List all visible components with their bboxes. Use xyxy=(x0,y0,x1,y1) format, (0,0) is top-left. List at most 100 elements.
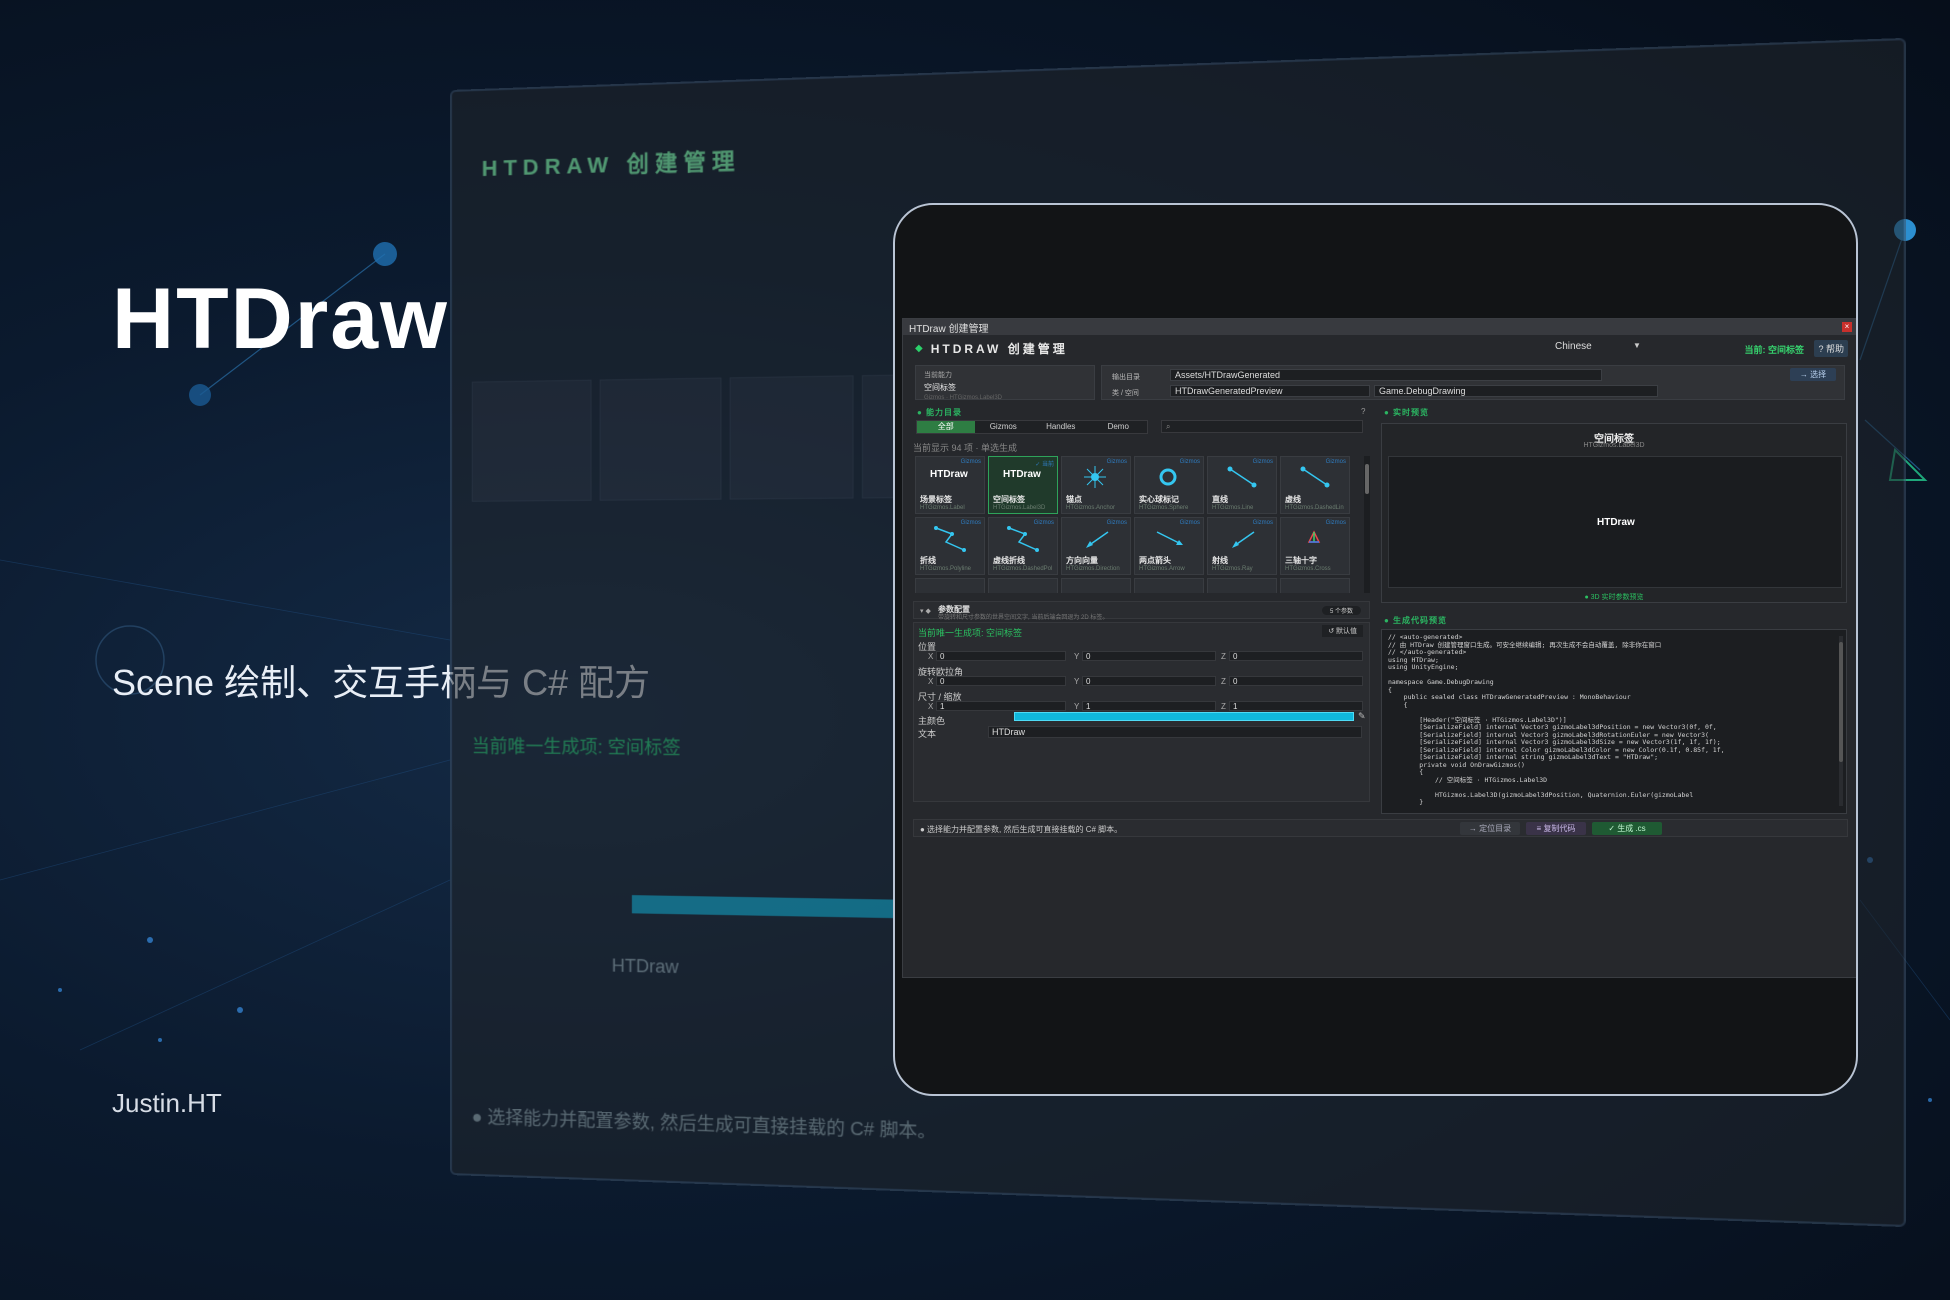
ghost-card xyxy=(730,375,854,499)
params-body: 当前唯一生成项: 空间标签 ↺ 默认值 位置 X 0 Y 0 Z 0 旋转欧拉角… xyxy=(913,622,1370,802)
generate-cs-button[interactable]: ✓ 生成 .cs xyxy=(1592,822,1662,835)
htdraw-logo-icon: HTDraw xyxy=(1003,469,1041,480)
text-field[interactable]: HTDraw xyxy=(988,726,1362,738)
preview-canvas[interactable]: HTDraw xyxy=(1388,456,1842,588)
capability-card[interactable]: Gizmos 虚线 HTGizmos.DashedLin xyxy=(1280,456,1350,514)
card-class: HTGizmos.Anchor xyxy=(1066,505,1115,511)
axis-z-label: Z xyxy=(1221,652,1226,661)
capability-card[interactable]: HTDraw Gizmos 场景标签 HTGizmos.Label xyxy=(915,456,985,514)
capability-card[interactable]: Gizmos 三轴十字 HTGizmos.Cross xyxy=(1280,517,1350,575)
card-class: HTGizmos.Cross xyxy=(1285,566,1331,572)
footer-hint: ● 选择能力并配置参数, 然后生成可直接挂载的 C# 脚本。 xyxy=(920,824,1122,835)
card-name: 实心球标记 xyxy=(1139,494,1179,505)
footer-bar: ● 选择能力并配置参数, 然后生成可直接挂载的 C# 脚本。 → 定位目录 ≡ … xyxy=(913,819,1848,837)
capability-card[interactable]: Gizmos 方向向量 HTGizmos.Direction xyxy=(1061,517,1131,575)
params-header[interactable]: ▾ ◆ 参数配置 带旋转和尺寸参数的世界空间文字, 当前后端会回退为 2D 标签… xyxy=(913,601,1370,619)
eyedropper-icon[interactable]: ✎ xyxy=(1358,711,1366,722)
card-tag: Gizmos xyxy=(961,459,981,465)
capability-card[interactable] xyxy=(1207,578,1277,593)
capability-grid: HTDraw Gizmos 场景标签 HTGizmos.Label HTDraw ✓ 当前… xyxy=(915,456,1360,593)
ghost-card xyxy=(600,378,722,501)
card-name: 直线 xyxy=(1212,494,1228,505)
output-dir-label: 输出目录 xyxy=(1112,372,1140,382)
capability-card[interactable] xyxy=(988,578,1058,593)
capability-card[interactable]: Gizmos 折线 HTGizmos.Polyline xyxy=(915,517,985,575)
code-scrollbar[interactable] xyxy=(1839,636,1843,806)
capability-card[interactable] xyxy=(1134,578,1204,593)
color-swatch[interactable] xyxy=(1014,712,1354,721)
tab-all[interactable]: 全部 xyxy=(917,421,975,433)
close-icon[interactable]: × xyxy=(1842,322,1852,332)
axis-y-label: Y xyxy=(1074,702,1079,711)
class-name-field[interactable]: HTDrawGeneratedPreview xyxy=(1170,385,1370,397)
capability-card[interactable]: Gizmos 两点箭头 HTGizmos.Arrow xyxy=(1134,517,1204,575)
rotation-x-field[interactable]: 0 xyxy=(936,676,1066,686)
capability-card[interactable]: HTDraw ✓ 当前 空间标签 HTGizmos.Label3D xyxy=(988,456,1058,514)
card-tag: Gizmos xyxy=(1107,520,1127,526)
catalog-section-title: ● 能力目录 xyxy=(917,407,962,418)
tab-handles[interactable]: Handles xyxy=(1032,421,1090,433)
axis-z-label: Z xyxy=(1221,702,1226,711)
card-class: HTGizmos.Label xyxy=(920,505,965,511)
code-text: // <auto-generated> // 由 HTDraw 创建管理窗口生成… xyxy=(1388,634,1725,807)
search-input[interactable]: ⌕ xyxy=(1161,420,1363,433)
capability-card[interactable]: Gizmos 实心球标记 HTGizmos.Sphere xyxy=(1134,456,1204,514)
axis-y-label: Y xyxy=(1074,652,1079,661)
ghost-card xyxy=(472,380,592,502)
position-y-field[interactable]: 0 xyxy=(1082,651,1216,661)
card-class: HTGizmos.Ray xyxy=(1212,566,1253,572)
card-name: 虚线折线 xyxy=(993,555,1025,566)
catalog-scrollbar[interactable] xyxy=(1364,456,1370,593)
scale-z-field[interactable]: 1 xyxy=(1229,701,1363,711)
brand-title: HTDraw xyxy=(112,270,449,369)
card-name: 折线 xyxy=(920,555,936,566)
rotation-y-field[interactable]: 0 xyxy=(1082,676,1216,686)
scale-y-field[interactable]: 1 xyxy=(1082,701,1216,711)
collapse-icon[interactable]: ▾ ◆ xyxy=(920,607,931,615)
card-tag: Gizmos xyxy=(1034,520,1054,526)
preview-hint: ● 3D 实时参数预览 xyxy=(1382,592,1846,602)
language-select[interactable]: Chinese xyxy=(1555,341,1592,352)
namespace-field[interactable]: Game.DebugDrawing xyxy=(1374,385,1658,397)
app-header: ◆ HTDRAW 创建管理 Chinese ▼ 当前: 空间标签 ? 帮助 ➤ xyxy=(903,335,1856,361)
capability-card[interactable]: Gizmos 锚点 HTGizmos.Anchor xyxy=(1061,456,1131,514)
capability-card[interactable]: Gizmos 直线 HTGizmos.Line xyxy=(1207,456,1277,514)
tab-demo[interactable]: Demo xyxy=(1090,421,1148,433)
tab-gizmos[interactable]: Gizmos xyxy=(975,421,1033,433)
ghost-text-field: HTDraw xyxy=(612,955,679,978)
capability-card[interactable]: Gizmos 虚线折线 HTGizmos.DashedPol xyxy=(988,517,1058,575)
status-dot-icon: ◆ xyxy=(915,343,923,354)
scrollbar-thumb[interactable] xyxy=(1365,464,1369,494)
capability-card[interactable] xyxy=(1061,578,1131,593)
window-title: HTDraw 创建管理 xyxy=(909,320,988,335)
position-x-field[interactable]: 0 xyxy=(936,651,1066,661)
color-label: 主颜色 xyxy=(918,714,945,727)
copy-code-button[interactable]: ≡ 复制代码 xyxy=(1526,822,1586,835)
card-name: 两点箭头 xyxy=(1139,555,1171,566)
capability-class: Gizmos · HTGizmos.Label3D xyxy=(924,395,1086,401)
ghost-footer-hint: ● 选择能力并配置参数, 然后生成可直接挂载的 C# 脚本。 xyxy=(472,1103,936,1144)
reset-default-button[interactable]: ↺ 默认值 xyxy=(1322,625,1363,637)
scale-x-field[interactable]: 1 xyxy=(936,701,1066,711)
card-class: HTGizmos.Arrow xyxy=(1139,566,1185,572)
window-titlebar[interactable]: HTDraw 创建管理 × xyxy=(903,319,1856,335)
position-z-field[interactable]: 0 xyxy=(1229,651,1363,661)
code-scrollbar-thumb[interactable] xyxy=(1839,642,1843,762)
text-label: 文本 xyxy=(918,727,936,740)
capability-card[interactable]: Gizmos 射线 HTGizmos.Ray xyxy=(1207,517,1277,575)
card-name: 三轴十字 xyxy=(1285,555,1317,566)
pick-dir-button[interactable]: → 选择 xyxy=(1790,368,1836,381)
axis-x-label: X xyxy=(928,702,933,711)
chevron-down-icon[interactable]: ▼ xyxy=(1633,341,1641,350)
htdraw-window: HTDraw 创建管理 × ◆ HTDRAW 创建管理 Chinese ▼ 当前… xyxy=(902,318,1857,978)
card-class: HTGizmos.Line xyxy=(1212,505,1253,511)
axis-x-label: X xyxy=(928,677,933,686)
output-dir-field[interactable]: Assets/HTDrawGenerated xyxy=(1170,369,1602,381)
capability-card[interactable] xyxy=(1280,578,1350,593)
rotation-z-field[interactable]: 0 xyxy=(1229,676,1363,686)
catalog-help-icon[interactable]: ? xyxy=(1361,407,1365,416)
capability-card[interactable] xyxy=(915,578,985,593)
code-preview-panel[interactable]: // <auto-generated> // 由 HTDraw 创建管理窗口生成… xyxy=(1381,629,1847,814)
help-button[interactable]: ? 帮助 xyxy=(1814,340,1848,357)
locate-dir-button[interactable]: → 定位目录 xyxy=(1460,822,1520,835)
